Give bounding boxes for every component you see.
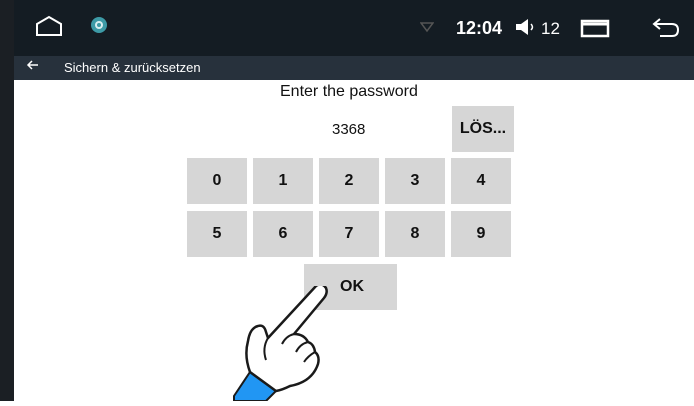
volume-level: 12 — [541, 19, 560, 38]
action-bar: Sichern & zurücksetzen — [14, 56, 694, 80]
home-icon[interactable] — [34, 14, 64, 43]
status-bar: 12:04 12 — [14, 0, 694, 56]
key-1[interactable]: 1 — [253, 158, 313, 204]
password-prompt: Enter the password — [280, 83, 418, 100]
clock: 12:04 — [456, 18, 503, 38]
volume-icon[interactable] — [514, 17, 536, 42]
password-dialog: Enter the password 3368 LÖS... 0 1 2 3 4… — [14, 80, 694, 402]
key-8[interactable]: 8 — [385, 211, 445, 257]
pointing-hand-icon — [220, 283, 350, 406]
key-4[interactable]: 4 — [451, 158, 511, 204]
clear-button[interactable]: LÖS... — [452, 106, 514, 152]
page-title: Sichern & zurücksetzen — [64, 60, 201, 75]
key-9[interactable]: 9 — [451, 211, 511, 257]
key-6[interactable]: 6 — [253, 211, 313, 257]
key-3[interactable]: 3 — [385, 158, 445, 204]
key-5[interactable]: 5 — [187, 211, 247, 257]
wifi-icon — [419, 20, 435, 38]
password-input[interactable]: 3368 — [332, 121, 365, 138]
key-2[interactable]: 2 — [319, 158, 379, 204]
key-0[interactable]: 0 — [187, 158, 247, 204]
gear-icon[interactable] — [88, 14, 110, 41]
recents-icon[interactable] — [580, 18, 610, 43]
back-icon[interactable] — [650, 16, 680, 43]
key-7[interactable]: 7 — [319, 211, 379, 257]
arrow-left-icon[interactable] — [26, 58, 40, 77]
left-edge-strip — [0, 0, 14, 401]
